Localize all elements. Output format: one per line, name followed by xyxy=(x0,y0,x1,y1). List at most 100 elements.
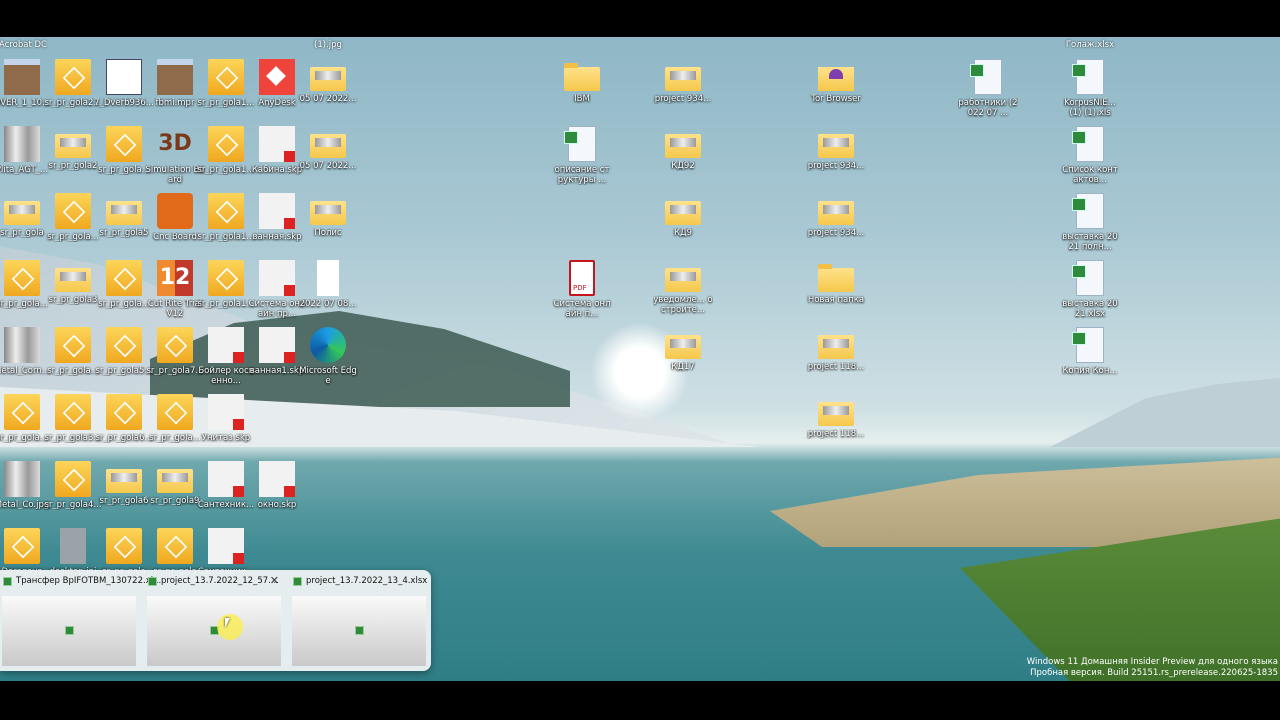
desktop-icon[interactable]: Полис xyxy=(298,193,358,238)
desktop-icon-label: Система онлайн п... xyxy=(553,299,611,319)
gola-icon xyxy=(55,461,91,497)
folderimg-icon xyxy=(310,134,346,158)
gola-icon xyxy=(208,59,244,95)
excel-icon xyxy=(1072,126,1104,162)
skp-icon xyxy=(208,461,244,497)
folderimg-icon xyxy=(818,134,854,158)
desktop-icon[interactable]: KorpusNIE... (1) (1).xls xyxy=(1060,59,1120,118)
watermark-line: Пробная версия. Build 25151.rs_prereleas… xyxy=(1030,668,1278,678)
window-thumbnail[interactable]: project_13.7.2022_12_57.... ✕ xyxy=(145,570,285,671)
gola-icon xyxy=(106,260,142,296)
watermark-line: Windows 11 Домашняя Insider Preview для … xyxy=(1026,657,1278,667)
folderimg-icon xyxy=(106,469,142,493)
folderimg-icon xyxy=(4,201,40,225)
folderimg-icon xyxy=(818,335,854,359)
desktop-icon[interactable]: уведомле... о строите... xyxy=(653,260,713,315)
gola-icon xyxy=(106,126,142,162)
desktop-icon-label: Копия Кон... xyxy=(1062,366,1118,376)
folderimg-icon xyxy=(310,67,346,91)
excel-icon xyxy=(970,59,1002,95)
skp-icon xyxy=(259,126,295,162)
skp-icon xyxy=(259,260,295,296)
skp-icon xyxy=(259,193,295,229)
gola-icon xyxy=(208,260,244,296)
desktop-icon[interactable]: IBM xyxy=(552,59,612,104)
desktop-icon[interactable]: project 118... xyxy=(806,394,866,439)
excel-icon xyxy=(1072,59,1104,95)
window-preview[interactable] xyxy=(292,596,426,666)
skp-icon xyxy=(208,394,244,430)
desktop-icon[interactable]: описание структуры ... xyxy=(552,126,612,185)
desktop-icon[interactable]: 05 07 2022... xyxy=(298,59,358,104)
desktop-icon[interactable]: project 118... xyxy=(806,327,866,372)
pdf-icon xyxy=(569,260,595,296)
gola-icon xyxy=(208,193,244,229)
desktop-icon[interactable]: Система онлайн п... xyxy=(552,260,612,319)
desktop-icon-label: КД9 xyxy=(673,228,693,238)
mpr-icon xyxy=(106,59,142,95)
partial-icon-label[interactable]: Acrobat DC xyxy=(0,40,58,50)
gola-icon xyxy=(4,260,40,296)
close-icon[interactable]: ✕ xyxy=(270,574,279,587)
desktop-icon[interactable]: project 934... xyxy=(806,193,866,238)
window-title: project_13.7.2022_12_57.... xyxy=(161,576,279,586)
desktop-icon[interactable]: Tor Browser xyxy=(806,59,866,104)
desktop-icon[interactable]: project 934... xyxy=(653,59,713,104)
skp-icon xyxy=(259,327,295,363)
desktop-icon[interactable]: 2022 07 08... xyxy=(298,260,358,309)
desktop-icon[interactable]: выставка 2021.xlsx xyxy=(1060,260,1120,319)
window-thumbnail[interactable]: project_13.7.2022_13_4.xlsx xyxy=(290,570,430,671)
gola-icon xyxy=(106,394,142,430)
desktop-icon-label: выставка 2021.xlsx xyxy=(1062,299,1118,319)
desktop-icon-label: IBM xyxy=(574,94,590,104)
desktop-icon[interactable]: Копия Кон... xyxy=(1060,327,1120,376)
gola-icon xyxy=(106,327,142,363)
desktop-icon-label: выставка 2021 полн... xyxy=(1062,232,1118,252)
gola-icon xyxy=(55,327,91,363)
desktop-icon[interactable]: Унитаз.skp xyxy=(196,394,256,443)
desktop-icon-label: project 934... xyxy=(807,161,865,171)
desktop-icon-label: 2022 07 08... xyxy=(299,299,357,309)
desktop-icon-label: Полис xyxy=(314,228,342,238)
excel-icon xyxy=(355,626,364,635)
gola-icon xyxy=(157,327,193,363)
folderimg-icon xyxy=(157,469,193,493)
desktop-icon-label: Список контактов... xyxy=(1062,165,1118,185)
desktop-icon[interactable]: Новая папка xyxy=(806,260,866,305)
window-title: Трансфер BpIFOTBM_130722.xl... xyxy=(16,576,162,586)
folder-icon xyxy=(564,63,600,91)
window-thumbnail[interactable]: Трансфер BpIFOTBM_130722.xl... xyxy=(0,570,161,671)
any-icon xyxy=(259,59,295,95)
desktop-icon[interactable]: КД92 xyxy=(653,126,713,171)
desktop-icon-label: окно.skp xyxy=(257,500,297,510)
desktop-icon[interactable]: КД9 xyxy=(653,193,713,238)
desktop-icon-label: project 934... xyxy=(807,228,865,238)
folderimg-icon xyxy=(818,402,854,426)
window-title: project_13.7.2022_13_4.xlsx xyxy=(306,576,428,586)
desktop-icon[interactable]: работники (2022 07 ... xyxy=(958,59,1018,118)
desktop-icon[interactable]: project 934... xyxy=(806,126,866,171)
desktop-icon[interactable]: окно.skp xyxy=(247,461,307,510)
desktop-icon-label: Новая папка xyxy=(807,295,865,305)
desktop-icon[interactable]: Список контактов... xyxy=(1060,126,1120,185)
folderimg-icon xyxy=(55,268,91,292)
folderimg-icon xyxy=(818,201,854,225)
window-preview[interactable] xyxy=(147,596,281,666)
window-preview[interactable] xyxy=(2,596,136,666)
desktop-icon-label: project 934... xyxy=(654,94,712,104)
desktop-icon[interactable]: КД17 xyxy=(653,327,713,372)
folderimg-icon xyxy=(106,201,142,225)
gola-icon xyxy=(55,394,91,430)
folderimg-icon xyxy=(665,335,701,359)
partial-icon-label[interactable]: (1).jpg xyxy=(293,40,363,50)
desktop-icon-label: Tor Browser xyxy=(811,94,861,104)
folderimg-icon xyxy=(665,134,701,158)
desktop-icon-label: КД92 xyxy=(671,161,695,171)
desktop-icon[interactable]: Microsoft Edge xyxy=(298,327,358,386)
desktop-icon-label: KorpusNIE... (1) (1).xls xyxy=(1064,98,1116,118)
excel-icon xyxy=(148,576,157,586)
desktop-icon[interactable]: 05 07 2022... xyxy=(298,126,358,171)
partial-icon-label[interactable]: Голаж.xlsx xyxy=(1055,40,1125,50)
skp-icon xyxy=(208,327,244,363)
desktop-icon[interactable]: выставка 2021 полн... xyxy=(1060,193,1120,252)
